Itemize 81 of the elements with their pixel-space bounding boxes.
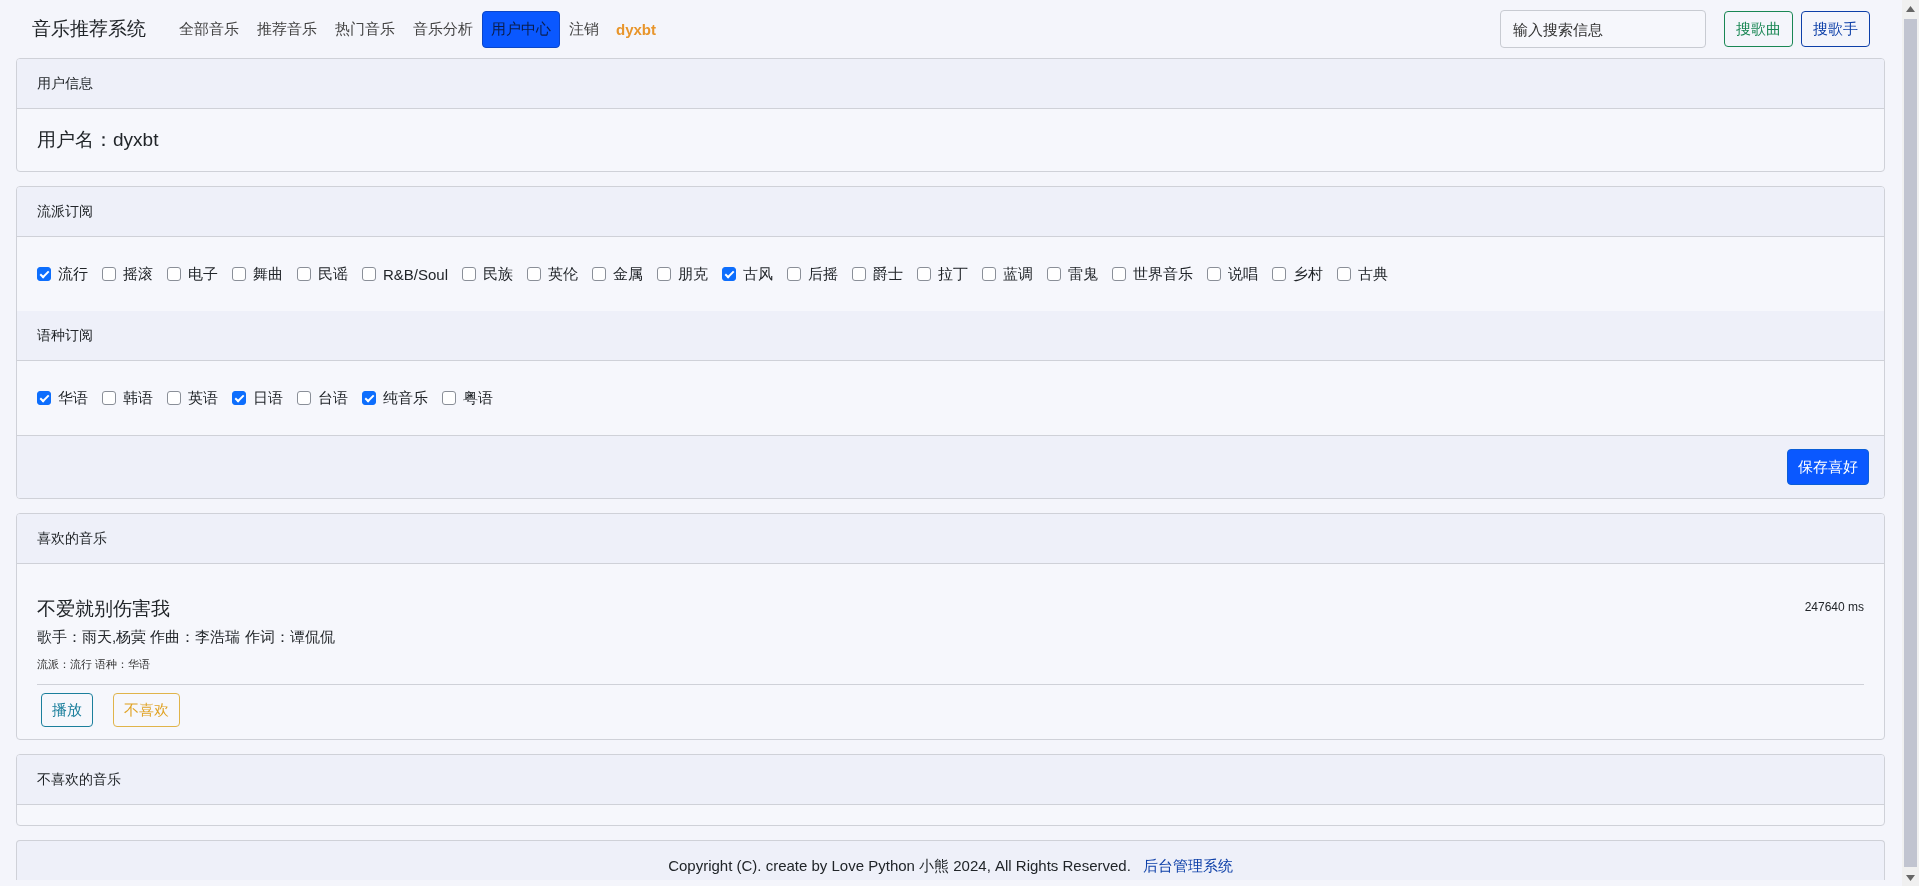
checkbox[interactable] <box>1112 267 1127 281</box>
checkbox-label: 爵士 <box>873 264 904 284</box>
checkbox[interactable] <box>167 391 181 405</box>
checkbox-label: 后摇 <box>808 264 839 284</box>
checkbox-label: 民谣 <box>318 264 348 284</box>
search-button[interactable]: 搜歌曲 <box>1724 11 1793 47</box>
username-label: dyxbt <box>616 20 656 38</box>
checkbox[interactable] <box>462 267 477 281</box>
checkbox-label: 日语 <box>253 388 283 408</box>
checkbox-label: 世界音乐 <box>1133 264 1194 284</box>
checkbox[interactable] <box>362 391 376 405</box>
nav-link[interactable]: 热门音乐 <box>326 10 404 48</box>
checkbox[interactable] <box>232 267 246 281</box>
checkbox-label: 雷鬼 <box>1068 264 1099 284</box>
checkbox-label: 摇滚 <box>123 264 153 284</box>
checkbox-label: 说唱 <box>1228 264 1259 284</box>
site-title[interactable]: 音乐推荐系统 <box>32 16 146 42</box>
checkbox-label: 英语 <box>188 388 218 408</box>
checkbox-label: 舞曲 <box>253 264 283 284</box>
checkbox[interactable] <box>232 391 246 405</box>
save-button[interactable]: 保存喜好 <box>1787 449 1869 485</box>
card-header: 不喜欢的音乐 <box>17 755 1884 805</box>
checkbox[interactable] <box>1047 267 1062 281</box>
username-text: 用户名：dyxbt <box>36 128 160 152</box>
song-title: 不爱就别伤害我 <box>37 597 170 621</box>
checkbox-label: 粤语 <box>463 388 493 408</box>
checkbox[interactable] <box>102 391 116 405</box>
card-header: 流派订阅 <box>17 187 1884 237</box>
checkbox-label: 台语 <box>318 388 348 408</box>
checkbox[interactable] <box>787 267 802 281</box>
scroll-down-icon[interactable] <box>1906 874 1915 881</box>
checkbox-label: 古风 <box>743 264 774 284</box>
copyright-text: Copyright (C). create by Love Python 小熊 2024, All Rights Reserved. <box>668 857 1131 876</box>
scrollbar-thumb[interactable] <box>1904 19 1917 867</box>
checkbox[interactable] <box>1272 267 1287 281</box>
card-header: 喜欢的音乐 <box>17 514 1884 564</box>
nav-link[interactable]: 全部音乐 <box>170 10 248 48</box>
nav-link[interactable]: 注销 <box>560 10 608 48</box>
song-duration: 247640 ms <box>1804 600 1864 614</box>
checkbox[interactable] <box>167 267 181 281</box>
scroll-up-icon[interactable] <box>1906 5 1915 12</box>
nav-link[interactable]: 音乐分析 <box>404 10 482 48</box>
checkbox-label: 民族 <box>483 264 514 284</box>
card-header: 语种订阅 <box>17 311 1884 361</box>
checkbox-label: 蓝调 <box>1003 264 1034 284</box>
checkbox-label: 乡村 <box>1293 264 1324 284</box>
checkbox[interactable] <box>527 267 542 281</box>
checkbox[interactable] <box>297 267 311 281</box>
checkbox[interactable] <box>982 267 997 281</box>
checkbox-label: 电子 <box>188 264 218 284</box>
nav-link[interactable]: 推荐音乐 <box>248 10 326 48</box>
search-button[interactable]: 搜歌手 <box>1801 11 1870 47</box>
checkbox[interactable] <box>722 267 737 281</box>
checkbox[interactable] <box>592 267 607 281</box>
checkbox-label: R&B/Soul <box>383 265 449 283</box>
admin-link[interactable]: 后台管理系统 <box>1142 857 1233 876</box>
checkbox-label: 纯音乐 <box>383 388 428 408</box>
checkbox[interactable] <box>102 267 116 281</box>
checkbox-label: 英伦 <box>548 264 579 284</box>
checkbox[interactable] <box>1207 267 1222 281</box>
checkbox-label: 韩语 <box>123 388 153 408</box>
checkbox-label: 古典 <box>1358 264 1389 284</box>
search-field[interactable]: 输入搜索信息 <box>1500 10 1706 48</box>
song-tags: 流派：流行 语种：华语 <box>37 657 1864 672</box>
checkbox[interactable] <box>37 391 51 405</box>
checkbox[interactable] <box>917 267 932 281</box>
checkbox[interactable] <box>37 267 51 281</box>
checkbox[interactable] <box>297 391 311 405</box>
checkbox-label: 流行 <box>58 264 88 284</box>
checkbox[interactable] <box>362 267 376 281</box>
checkbox[interactable] <box>1337 267 1352 281</box>
play-button[interactable]: 播放 <box>41 693 93 727</box>
card-header: 用户信息 <box>17 59 1884 109</box>
checkbox[interactable] <box>852 267 867 281</box>
checkbox[interactable] <box>657 267 672 281</box>
checkbox-label: 华语 <box>58 388 88 408</box>
checkbox-label: 拉丁 <box>938 264 969 284</box>
checkbox-label: 金属 <box>613 264 644 284</box>
checkbox-label: 朋克 <box>678 264 709 284</box>
checkbox[interactable] <box>442 391 456 405</box>
song-credits: 歌手：雨天,杨蓂 作曲：李浩瑞 作词：谭侃侃 <box>37 628 336 647</box>
